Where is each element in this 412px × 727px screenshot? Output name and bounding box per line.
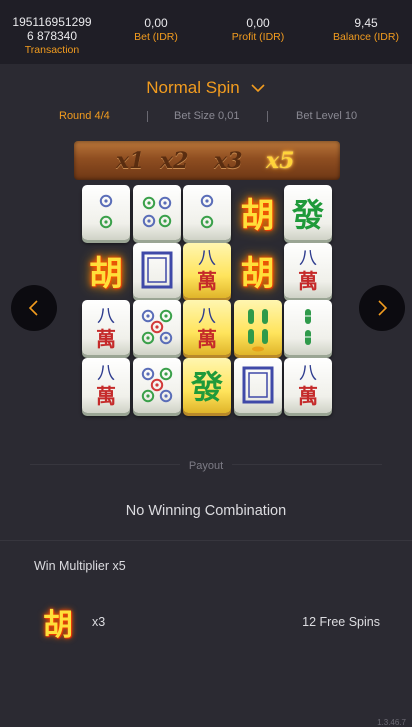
tile-five-dots — [132, 300, 181, 355]
win-multiplier-text: Win Multiplier x5 — [34, 559, 126, 573]
chevron-down-icon — [251, 84, 265, 93]
transaction-id: 1951169512996 878340 — [12, 15, 92, 43]
payline-reward: 12 Free Spins — [302, 615, 380, 629]
profit-label: Profit (IDR) — [231, 31, 285, 43]
divider — [267, 111, 268, 122]
payout-result: No Winning Combination — [125, 503, 287, 519]
spin-mode-selector: Normal Spin — [0, 78, 412, 98]
profit-value: 0,00 — [246, 16, 270, 30]
divider — [0, 540, 412, 541]
payout-label: Payout — [188, 460, 224, 472]
chevron-left-icon — [28, 300, 38, 316]
bet-level-text: Bet Level 10 — [296, 110, 358, 122]
round-text: Round 4/4 — [59, 110, 110, 122]
top-bar: 1951169512996 878340 Transaction 0,00 Be… — [0, 0, 412, 64]
hu-fire-icon: 胡 — [43, 608, 73, 643]
balance-value: 9,45 — [354, 16, 378, 30]
tile-hu-fire: 胡 — [240, 253, 275, 294]
payline-row: 胡 x3 12 Free Spins — [36, 600, 386, 644]
balance-label: Balance (IDR) — [333, 31, 399, 43]
divider — [147, 111, 148, 122]
tile-hu-fire: 胡 — [240, 196, 275, 236]
tile-eight-wan-gold: 八萬 — [183, 300, 231, 355]
bet-value: 0,00 — [144, 16, 168, 30]
payline-count: x3 — [92, 615, 106, 629]
spin-mode-dropdown[interactable]: Normal Spin — [146, 78, 266, 98]
spin-mode-label: Normal Spin — [146, 78, 240, 97]
profit-stat: 0,00 Profit (IDR) — [212, 16, 304, 44]
round-info: Round 4/4 Bet Size 0,01 Bet Level 10 — [0, 110, 412, 124]
bet-label: Bet (IDR) — [134, 31, 178, 43]
tile-two-bamboo — [284, 300, 332, 355]
transaction-stat: 1951169512996 878340 Transaction — [0, 15, 104, 57]
tile-white-dragon — [132, 242, 181, 298]
tile-hu-fire: 胡 — [89, 253, 123, 294]
tile-eight-wan: 八萬 — [82, 357, 130, 413]
multiplier-x3: x3 — [214, 148, 243, 174]
next-round-button[interactable] — [359, 285, 405, 331]
tile-five-dots — [132, 357, 181, 413]
bet-size-text: Bet Size 0,01 — [174, 110, 240, 122]
chevron-right-icon — [378, 300, 388, 316]
prev-round-button[interactable] — [11, 285, 57, 331]
reel-board: 胡八萬八萬八萬八萬發胡胡發八萬八萬 — [82, 185, 332, 415]
tile-eight-wan: 八萬 — [82, 300, 130, 355]
tile-two-dots — [183, 185, 231, 240]
multiplier-x5: x5 — [266, 148, 295, 174]
transaction-label: Transaction — [24, 44, 80, 56]
bet-stat: 0,00 Bet (IDR) — [110, 16, 202, 44]
tile-eight-wan: 八萬 — [284, 357, 332, 413]
tile-two-dots — [82, 185, 130, 240]
tile-four-bamboo-gold — [233, 300, 282, 355]
tile-green-fa-gold: 發 — [183, 357, 231, 413]
tile-eight-wan: 八萬 — [284, 242, 332, 298]
multiplier-x2: x2 — [160, 148, 189, 174]
multiplier-x1: x1 — [116, 148, 145, 174]
tile-white-dragon — [233, 357, 282, 413]
tile-eight-wan-gold: 八萬 — [183, 242, 231, 298]
tile-four-dots — [132, 185, 181, 240]
balance-stat: 9,45 Balance (IDR) — [320, 16, 412, 44]
tile-green-fa: 發 — [284, 185, 332, 240]
multiplier-banner: x1 x2 x3 x5 — [74, 141, 340, 180]
version-text: 1.3.46.7 — [377, 718, 406, 727]
